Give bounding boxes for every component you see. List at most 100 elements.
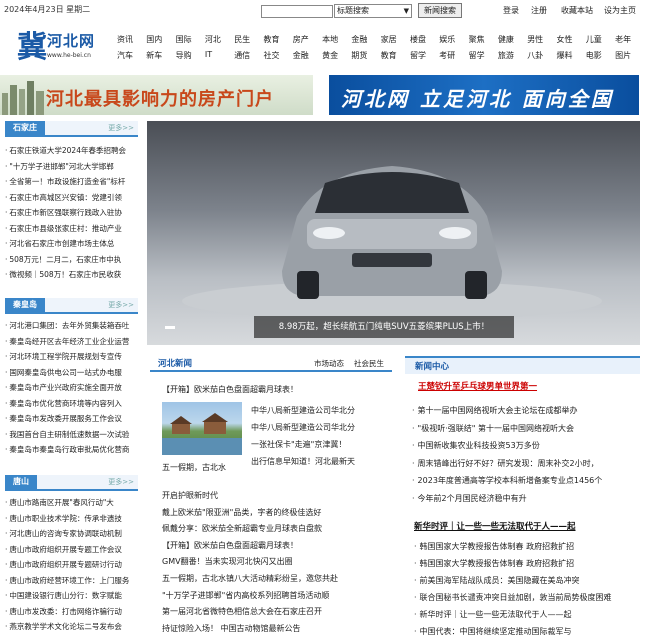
list-item[interactable]: 微视频｜508万！石家庄市民收获 (5, 267, 140, 283)
nav-item[interactable]: 图片 (615, 50, 631, 61)
nav-item[interactable]: 本地 (322, 34, 338, 45)
nav-item[interactable]: 金融 (293, 50, 309, 61)
nav-item[interactable]: 资讯 (117, 34, 133, 45)
nav-item[interactable]: 聚焦 (469, 34, 485, 45)
nav-item[interactable]: 老年 (615, 34, 631, 45)
list-item[interactable]: 韩国国家大学教授报告体制春 政府招救扩招 (414, 555, 612, 572)
section-tab[interactable]: 石家庄 (5, 121, 45, 135)
list-item[interactable]: 河北港口集团：去年外贸集装箱吞吐 (5, 318, 140, 334)
nav-item[interactable]: 教育 (264, 34, 280, 45)
list-item[interactable]: 唐山市路南区开展"春风行动"大 (5, 495, 140, 511)
list-item[interactable]: 唐山市政府组织开展专题研讨行动 (5, 557, 140, 573)
section-tab[interactable]: 唐山 (5, 475, 37, 489)
nav-item[interactable]: 国内 (146, 34, 162, 45)
photo-caption[interactable]: 五一假期，古北水 (162, 462, 226, 473)
slide-caption[interactable]: 8.98万起，超长续航五门纯电SUV五菱缤果PLUS上市！ (254, 316, 514, 338)
nav-item[interactable]: 爆料 (557, 50, 573, 61)
list-item[interactable]: 第一届河北省微特色相信总大会在石家庄召开 (162, 604, 338, 621)
slide-indicator[interactable] (165, 326, 175, 329)
right-headline-2[interactable]: 新华时评｜让一些一些无法取代于人——起 (414, 520, 576, 532)
list-item[interactable]: 新华时评｜让一些一些无法取代于人——起 (414, 606, 612, 623)
nav-item[interactable]: IT (205, 50, 212, 59)
list-item[interactable]: 佩戴分享：欧米茄全新超霸专业月球表白盘款 (162, 521, 338, 538)
list-item[interactable]: "十万学子进邯郸"省内高校系列招聘首场活动顺 (162, 588, 338, 605)
list-item[interactable]: GMV翻番！当未实现河北快闪又出圈 (162, 554, 338, 571)
nav-item[interactable]: 考研 (439, 50, 455, 61)
more-link[interactable]: 更多>> (108, 477, 134, 487)
nav-item[interactable]: 儿童 (586, 34, 602, 45)
set-homepage-link[interactable]: 设为主页 (604, 5, 636, 16)
banner-real-estate[interactable]: 河北最具影响力的房产门户 (0, 75, 313, 115)
nav-item[interactable]: 留学 (469, 50, 485, 61)
nav-item[interactable]: 健康 (498, 34, 514, 45)
nav-item[interactable]: 期货 (351, 50, 367, 61)
nav-item[interactable]: 民生 (234, 34, 250, 45)
list-item[interactable]: 秦皇岛市秦皇岛行政审批局优化营商 (5, 442, 140, 458)
nav-item[interactable]: 电影 (586, 50, 602, 61)
list-item[interactable]: 石家庄铁道大学2024年春季招聘会 (5, 143, 140, 159)
list-item[interactable]: 秦皇岛市产业兴政府实施全面开放 (5, 380, 140, 396)
nav-item[interactable]: 教育 (381, 50, 397, 61)
list-item[interactable]: 石家庄市高城区兴安镇：党建引领 (5, 190, 140, 206)
nav-item[interactable]: 社交 (264, 50, 280, 61)
nav-item[interactable]: 国际 (176, 34, 192, 45)
search-button[interactable]: 新闻搜索 (418, 3, 462, 18)
list-item[interactable]: 今年前2个月国民经济稳中有升 (412, 490, 602, 508)
login-link[interactable]: 登录 (503, 5, 519, 16)
list-item[interactable]: 石家庄市新区强联察行践政入驻协 (5, 205, 140, 221)
list-item[interactable]: 河北唐山的咨询专家协调联动机制 (5, 526, 140, 542)
list-item[interactable]: 中国新收集农业科技投资53万多份 (412, 437, 602, 455)
list-item[interactable]: 中国代表：中国将继续坚定推动国际裁军与 (414, 623, 612, 640)
nav-item[interactable]: 导购 (176, 50, 192, 61)
list-item[interactable]: 全省第一！市政设施打造金省"标杆 (5, 174, 140, 190)
nav-item[interactable]: 男性 (527, 34, 543, 45)
list-item[interactable]: 戴上欧米茄"限亚洲"品类，字者的终极佳选好 (162, 505, 338, 522)
list-item[interactable]: 唐山市政府经营环境工作：上门服务 (5, 573, 140, 589)
list-item[interactable]: 第十一届中国网络视听大会主论坛在成都举办 (412, 402, 602, 420)
site-logo[interactable]: 冀 河北网 www.he-bei.cn (3, 20, 107, 68)
list-item[interactable]: 五一假期，古北水镇八大活动精彩纷呈，邀您共赴 (162, 571, 338, 588)
list-item[interactable]: 国网秦皇岛供电公司一站式办电服 (5, 365, 140, 381)
list-item[interactable]: 前美国海军陆战队成员：美国隐藏在美岛冲突 (414, 572, 612, 589)
more-link[interactable]: 更多>> (108, 300, 134, 310)
list-item[interactable]: 唐山市政府组织开展专题工作会议 (5, 542, 140, 558)
nav-item[interactable]: 家居 (381, 34, 397, 45)
list-item[interactable]: 河北省石家庄市创建市场主体总 (5, 236, 140, 252)
list-item[interactable]: 出行信息早知道！河北最新天 (251, 453, 355, 470)
tab-market[interactable]: 市场动态 (314, 358, 344, 369)
nav-item[interactable]: 房产 (293, 34, 309, 45)
list-item[interactable]: 持证惊险入场！ 中国古动物馆最新公告 (162, 621, 338, 638)
list-item[interactable]: 石家庄市县级张家庄村：推动产业 (5, 221, 140, 237)
list-item[interactable]: 中国建设银行唐山分行：数字赋能 (5, 588, 140, 604)
list-item[interactable]: 一张社保卡"走遍"京津冀！ (251, 436, 355, 453)
list-item[interactable]: 唐山市职业技术学院：传承非遗技 (5, 511, 140, 527)
list-item[interactable]: 周末错峰出行好不好？研究发现：周末补交2小时， (412, 455, 602, 473)
list-item[interactable]: 秦皇岛经开区去年经济工业企业运营 (5, 334, 140, 350)
nav-item[interactable]: 黄金 (322, 50, 338, 61)
tab-society[interactable]: 社会民生 (354, 358, 384, 369)
nav-item[interactable]: 女性 (557, 34, 573, 45)
nav-item[interactable]: 金融 (351, 34, 367, 45)
mid-headline[interactable]: 【开箱】欧米茄白色盘面超霸月球表！ (162, 384, 298, 395)
register-link[interactable]: 注册 (531, 5, 547, 16)
list-item[interactable]: 河北环境工程学院开展规划专宣传 (5, 349, 140, 365)
bookmark-link[interactable]: 收藏本站 (561, 5, 593, 16)
nav-item[interactable]: 新车 (146, 50, 162, 61)
banner-slogan[interactable]: 河北网 立足河北 面向全国 (329, 75, 639, 115)
nav-item[interactable]: 八卦 (527, 50, 543, 61)
list-item[interactable]: 508万元！二月二，石家庄市中执 (5, 252, 140, 268)
list-item[interactable]: 韩国国家大学教授报告体制春 政府招救扩招 (414, 538, 612, 555)
list-item[interactable]: 我国首台自主研制低速数据一次试验 (5, 427, 140, 443)
search-type-select[interactable]: 标题搜索 ▼ (334, 4, 412, 18)
nav-item[interactable]: 河北 (205, 34, 221, 45)
featured-slide[interactable]: 8.98万起，超长续航五门纯电SUV五菱缤果PLUS上市！ (147, 121, 640, 345)
list-item[interactable]: 燕京教学学术文化论坛二号发布会 (5, 619, 140, 635)
list-item[interactable]: 秦皇岛市发改委开展服务工作会议 (5, 411, 140, 427)
list-item[interactable]: 中华八局新型建造公司华北分 (251, 419, 355, 436)
right-headline[interactable]: 王楚钦升至乒乓球男单世界第一 (418, 380, 537, 392)
list-item[interactable]: "极视听·强联结" 第十一届中国网络视听大会 (412, 420, 602, 438)
nav-item[interactable]: 通信 (234, 50, 250, 61)
list-item[interactable]: 2023年度普通高等学校本科新增备案专业点1456个 (412, 472, 603, 490)
list-item[interactable]: 秦皇岛市优化营商环境等内容列入 (5, 396, 140, 412)
section-tab[interactable]: 秦皇岛 (5, 298, 45, 312)
